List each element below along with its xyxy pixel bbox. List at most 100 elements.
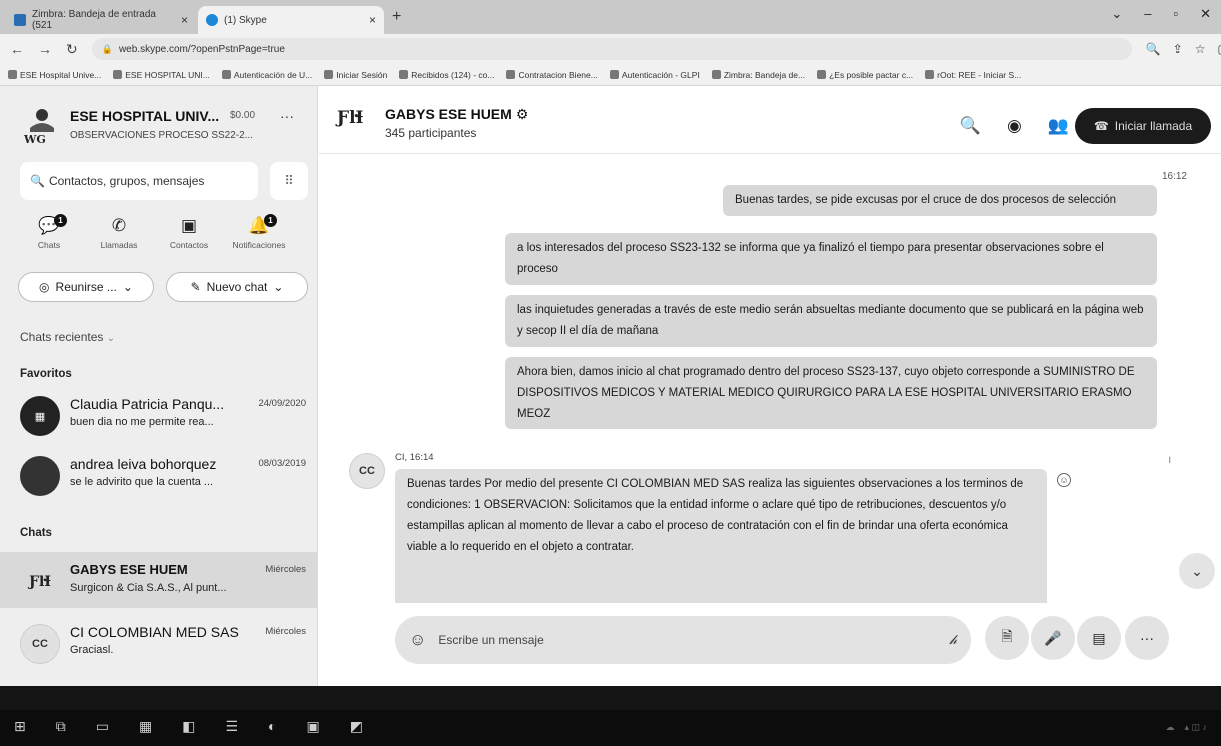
file-explorer-icon[interactable]: ▭ bbox=[96, 718, 109, 735]
tab-calls[interactable]: ✆ Llamadas bbox=[84, 216, 154, 262]
more-options-icon[interactable]: ··· bbox=[280, 108, 294, 124]
bookmark-item[interactable]: Iniciar Sesión bbox=[324, 70, 387, 80]
tab-label: (1) Skype bbox=[224, 14, 267, 26]
bookmark-item[interactable]: Autenticación - GLPI bbox=[609, 70, 700, 80]
tab-list-chevron-icon[interactable]: ⌄ bbox=[1111, 6, 1122, 22]
bookmark-icon bbox=[324, 70, 334, 79]
outgoing-message[interactable]: Ahora bien, damos inicio al chat program… bbox=[505, 357, 1157, 429]
app-icon[interactable]: ◧ bbox=[182, 718, 195, 735]
avatar: CC bbox=[20, 624, 60, 664]
bookmark-icon bbox=[8, 70, 17, 79]
contact-card-button[interactable]: ▤ bbox=[1077, 616, 1121, 660]
file-button[interactable]: 🗎 bbox=[985, 616, 1029, 660]
skype-app: WG ESE HOSPITAL UNIV... $0.00 ··· OBSERV… bbox=[0, 86, 1221, 686]
new-chat-button[interactable]: ✎ Nuevo chat ⌄ bbox=[166, 272, 308, 302]
browser-tab-zimbra[interactable]: Zimbra: Bandeja de entrada (521 × bbox=[6, 6, 196, 34]
chat-preview: buen dia no me permite rea... bbox=[70, 416, 214, 428]
close-tab-icon[interactable]: × bbox=[369, 13, 376, 27]
reload-icon[interactable]: ↻ bbox=[66, 41, 78, 58]
add-people-icon[interactable]: 👥 bbox=[1048, 116, 1069, 136]
bookmark-item[interactable]: ¿Es posible pactar c... bbox=[817, 70, 913, 80]
task-view-icon[interactable]: ⧉ bbox=[56, 718, 66, 735]
meet-label: Reunirse ... bbox=[55, 280, 117, 294]
meet-icon: ◎ bbox=[39, 280, 50, 294]
bookmark-item[interactable]: rOot: REE - Iniciar S... bbox=[925, 70, 1021, 80]
gear-icon[interactable]: ⚙ bbox=[516, 106, 529, 122]
close-tab-icon[interactable]: × bbox=[181, 13, 188, 27]
search-input[interactable]: 🔍 Contactos, grupos, mensajes bbox=[20, 162, 258, 200]
avatar bbox=[20, 456, 60, 496]
sender-avatar[interactable]: CC bbox=[349, 453, 385, 489]
format-icon[interactable]: 𝒽 bbox=[950, 632, 957, 648]
new-tab-icon[interactable]: + bbox=[392, 8, 401, 26]
bookmark-icon bbox=[817, 70, 827, 79]
search-icon[interactable]: 🔍 bbox=[960, 116, 981, 136]
zoom-icon[interactable]: 🔍 bbox=[1146, 42, 1161, 56]
bookmark-item[interactable]: ESE HOSPITAL UNI... bbox=[113, 70, 210, 80]
tray-icons[interactable]: ▴ ◫ ♪ bbox=[1184, 722, 1207, 733]
app-icon[interactable]: ◩ bbox=[350, 718, 363, 735]
minimize-icon[interactable]: – bbox=[1144, 6, 1151, 22]
tab-notifications[interactable]: 🔔 1 Notificaciones bbox=[224, 214, 294, 262]
windows-start-icon[interactable]: ⊞ bbox=[14, 718, 26, 735]
profile-name: ESE HOSPITAL UNIV... bbox=[70, 108, 220, 124]
bookmark-item[interactable]: ESE Hospital Unive... bbox=[8, 70, 101, 80]
start-call-button[interactable]: ☎ Iniciar llamada bbox=[1075, 108, 1211, 144]
bookmark-item[interactable]: Recibidos (124) - co... bbox=[399, 70, 494, 80]
message-input[interactable]: ☺ Escribe un mensaje 𝒽 bbox=[395, 616, 971, 664]
forward-icon[interactable]: → bbox=[38, 41, 52, 57]
tab-label: Notificaciones bbox=[232, 240, 286, 250]
gallery-icon[interactable]: ◉ bbox=[1007, 116, 1022, 136]
dialpad-button[interactable]: ⠿ bbox=[270, 162, 308, 200]
tab-chats[interactable]: 💬 1 Chats bbox=[14, 214, 84, 262]
url-field[interactable]: 🔒 web.skype.com/?openPstnPage=true bbox=[91, 38, 1132, 60]
meet-now-button[interactable]: ◎ Reunirse ... ⌄ bbox=[18, 272, 154, 302]
profile-mood-message: OBSERVACIONES PROCESO SS22-2... bbox=[70, 130, 254, 141]
more-options-button[interactable]: ··· bbox=[1125, 616, 1169, 660]
scroll-down-button[interactable]: ⌄ bbox=[1179, 553, 1215, 589]
share-icon[interactable]: ⇪ bbox=[1173, 42, 1183, 56]
incoming-message[interactable]: Buenas tardes Por medio del presente CI … bbox=[395, 469, 1047, 603]
emoji-icon[interactable]: ☺ bbox=[409, 630, 426, 650]
app-icon[interactable]: ☰ bbox=[225, 718, 238, 735]
reaction-icon[interactable]: ☺ bbox=[1057, 473, 1071, 487]
group-name[interactable]: GABYS ESE HUEM ⚙ bbox=[385, 106, 528, 123]
bookmark-icon bbox=[399, 70, 409, 79]
list-item[interactable]: andrea leiva bohorquez 08/03/2019 se le … bbox=[0, 446, 318, 502]
bookmark-star-icon[interactable]: ☆ bbox=[1195, 42, 1206, 56]
back-icon[interactable]: ← bbox=[10, 41, 24, 57]
svg-text:WG: WG bbox=[23, 133, 46, 146]
outgoing-message[interactable]: las inquietudes generadas a través de es… bbox=[505, 295, 1157, 347]
profile-header[interactable]: WG ESE HOSPITAL UNIV... $0.00 ··· OBSERV… bbox=[18, 104, 308, 158]
header-actions: 🔍 ◉ 👥 bbox=[960, 116, 1069, 136]
bookmark-item[interactable]: Autenticación de U... bbox=[221, 70, 312, 80]
participants-count[interactable]: 345 participantes bbox=[385, 126, 476, 140]
tab-label: Llamadas bbox=[100, 240, 138, 250]
close-window-icon[interactable]: ✕ bbox=[1200, 6, 1211, 22]
nav-tabs: 💬 1 Chats ✆ Llamadas ▣ Contactos 🔔 1 Not… bbox=[14, 214, 314, 262]
app-icon[interactable]: ▣ bbox=[306, 718, 319, 735]
profile-logo-icon: WG bbox=[23, 109, 54, 146]
skype-credit[interactable]: $0.00 bbox=[230, 110, 255, 121]
voice-message-button[interactable]: 🎤 bbox=[1031, 616, 1075, 660]
maximize-icon[interactable]: ▫ bbox=[1173, 6, 1178, 22]
recent-chats-header[interactable]: Chats recientes ⌄ bbox=[20, 330, 115, 344]
outgoing-message[interactable]: Buenas tardes, se pide excusas por el cr… bbox=[723, 185, 1157, 216]
browser-tab-skype[interactable]: (1) Skype × bbox=[198, 6, 384, 34]
group-avatar[interactable]: ƑŀƗ bbox=[337, 108, 363, 128]
list-item[interactable]: ▦ Claudia Patricia Panqu... 24/09/2020 b… bbox=[0, 386, 318, 442]
bookmark-icon bbox=[506, 70, 516, 79]
taskbar-apps: ⊞ ⧉ ▭ ▦ ◧ ☰ ◐ ▣ ◩ bbox=[14, 718, 363, 735]
tab-contacts[interactable]: ▣ Contactos bbox=[154, 216, 224, 262]
app-icon[interactable]: ◐ bbox=[268, 718, 276, 735]
contact-card-icon: ▤ bbox=[1092, 629, 1106, 646]
bookmark-item[interactable]: Zimbra: Bandeja de... bbox=[711, 70, 805, 80]
weather-icon[interactable]: ☁ bbox=[1165, 722, 1174, 733]
bookmark-item[interactable]: Contratacion Biene... bbox=[506, 70, 598, 80]
outgoing-message[interactable]: a los interesados del proceso SS23-132 s… bbox=[505, 233, 1157, 285]
bookmark-icon bbox=[925, 70, 935, 79]
list-item[interactable]: ƑŀƗ GABYS ESE HUEM Miércoles Surgicon & … bbox=[0, 552, 318, 608]
sidepanel-icon[interactable]: ▢ bbox=[1218, 42, 1221, 56]
list-item[interactable]: CC CI COLOMBIAN MED SAS Miércoles Gracia… bbox=[0, 614, 318, 670]
app-icon[interactable]: ▦ bbox=[139, 718, 152, 735]
